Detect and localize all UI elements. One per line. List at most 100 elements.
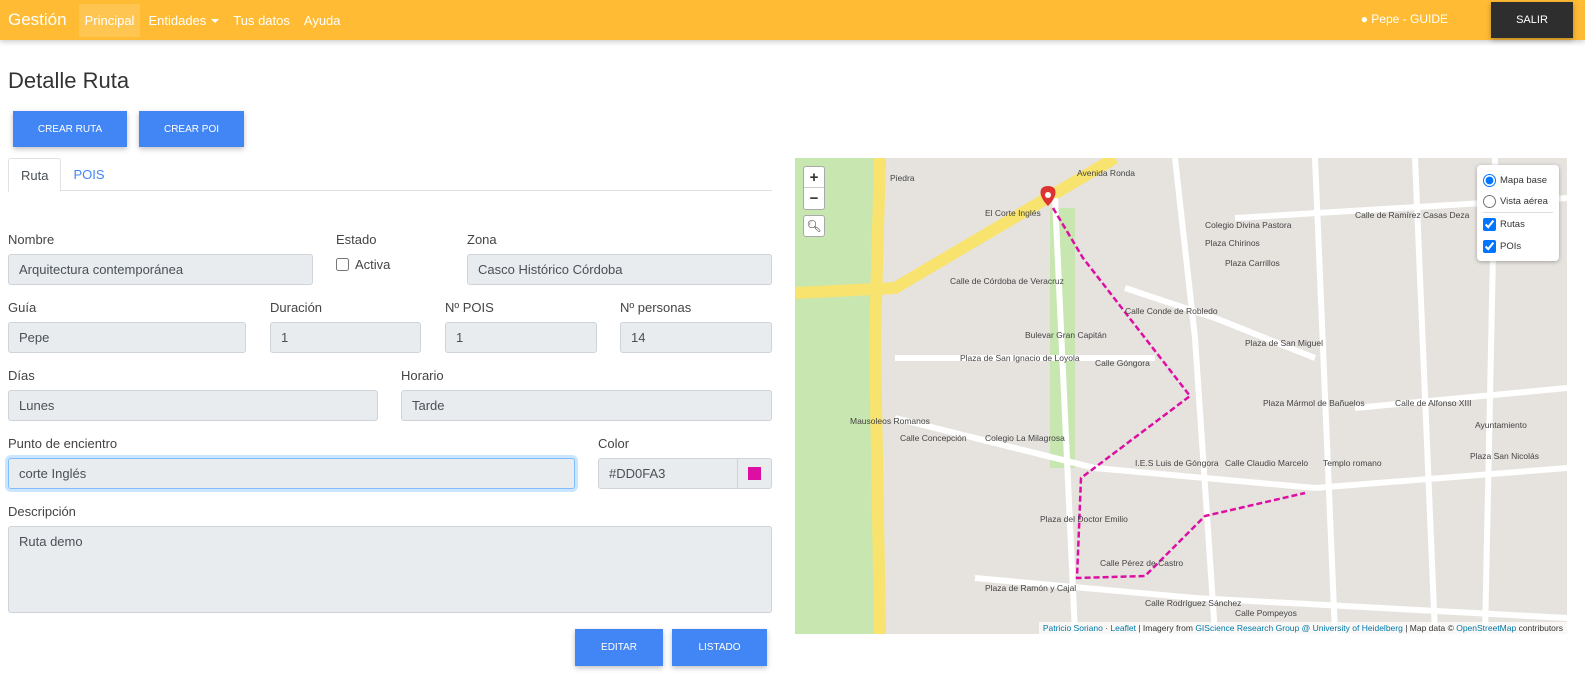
checkbox-rutas[interactable] — [1483, 217, 1496, 231]
create-poi-button[interactable]: CREAR POI — [139, 111, 244, 147]
duracion-field[interactable]: 1 — [270, 322, 421, 353]
zona-label: Zona — [467, 232, 497, 247]
map-street-label: Calle Claudio Marcelo — [1225, 458, 1309, 468]
zoom-in-button[interactable]: + — [804, 167, 824, 188]
map-street-label: Colegio La Milagrosa — [985, 433, 1065, 443]
logout-button[interactable]: SALIR — [1491, 2, 1573, 38]
attr-text: | Map data © — [1402, 623, 1457, 633]
radio-vista-aerea[interactable] — [1483, 195, 1496, 208]
page-title: Detalle Ruta — [8, 68, 130, 93]
map-street-label: Calle de Alfonso XIII — [1395, 398, 1472, 408]
map-street-label: Bulevar Gran Capitán — [1025, 330, 1107, 340]
nombre-field[interactable]: Arquitectura contemporánea — [8, 254, 313, 285]
zona-field[interactable]: Casco Histórico Córdoba — [467, 254, 772, 285]
zoom-out-button[interactable]: − — [804, 188, 824, 209]
map-street-label: Calle de Córdoba de Veracruz — [950, 276, 1064, 286]
map-street-label: El Corte Inglés — [985, 208, 1041, 218]
navbar: Gestión Principal Entidades Tus datos Ay… — [0, 0, 1585, 40]
duracion-label: Duración — [270, 300, 323, 315]
activa-checkbox-wrap: Activa — [336, 257, 390, 272]
npois-label: Nº POIS — [445, 300, 494, 315]
estado-label: Estado — [336, 232, 377, 247]
attr-link-leaflet[interactable]: Leaflet — [1110, 623, 1136, 633]
edit-button[interactable]: EDITAR — [575, 629, 663, 666]
attr-text: | Imagery from — [1135, 623, 1196, 633]
map-street-label: Colegio Divina Pastora — [1205, 220, 1292, 230]
attr-text: contributors — [1516, 623, 1563, 633]
tab-ruta[interactable]: Ruta — [8, 158, 62, 192]
horario-field[interactable]: Tarde — [401, 390, 772, 421]
map-street-label: I.E.S Luis de Góngora — [1135, 458, 1219, 468]
color-label: Color — [598, 436, 630, 451]
list-button[interactable]: LISTADO — [672, 629, 767, 666]
zoom-control: + − — [803, 166, 825, 210]
map-street-label: Plaza San Nicolás — [1470, 451, 1539, 461]
user-menu[interactable]: ● Pepe - GUIDE — [1361, 12, 1448, 26]
layers-control: Mapa base Vista aérea Rutas POIs — [1477, 165, 1559, 261]
map-street-label: Avenida Ronda — [1077, 168, 1135, 178]
map-street-label: Plaza Chirinos — [1205, 238, 1260, 248]
brand[interactable]: Gestión — [8, 10, 67, 30]
map-street-label: Mausoleos Romanos — [850, 416, 930, 426]
map-street-label: Plaza del Doctor Emilio — [1040, 514, 1128, 524]
user-icon: ● — [1360, 12, 1368, 26]
map-street-label: Calle Góngora — [1095, 358, 1150, 368]
road-major — [868, 158, 886, 634]
layer-label: Mapa base — [1500, 174, 1548, 186]
map-search-button[interactable]: 🔍︎ — [803, 215, 825, 237]
attr-link-author[interactable]: Patricio Soriano — [1043, 623, 1103, 633]
nav-entidades-label: Entidades — [148, 12, 207, 28]
attr-link-giscience[interactable]: GIScience Research Group @ University of… — [1195, 623, 1403, 633]
map[interactable]: Avenida Ronda El Corte Inglés Plaza Chirin… — [795, 158, 1567, 634]
search-icon: 🔍︎ — [806, 219, 822, 233]
map-street-label: Calle Pompeyos — [1235, 608, 1297, 618]
map-street-label: Plaza de Ramón y Cajal — [985, 583, 1077, 593]
color-swatch[interactable] — [737, 459, 771, 488]
guia-label: Guía — [8, 300, 37, 315]
radio-mapa-base[interactable] — [1483, 173, 1496, 187]
create-route-button[interactable]: CREAR RUTA — [13, 111, 127, 147]
attr-link-osm[interactable]: OpenStreetMap — [1456, 623, 1516, 633]
npois-field[interactable]: 1 — [445, 322, 597, 353]
map-street-label: Calle Concepción — [900, 433, 967, 443]
map-street-label: Piedra — [890, 173, 915, 183]
caret-down-icon — [211, 19, 220, 24]
npersonas-field[interactable]: 14 — [620, 322, 772, 353]
color-field[interactable]: #DD0FA3 — [598, 458, 772, 489]
descripcion-field[interactable]: Ruta demo — [8, 526, 772, 613]
tab-pois[interactable]: POIS — [61, 158, 116, 190]
map-street-label: Templo romano — [1323, 458, 1382, 468]
layer-label: POIs — [1500, 240, 1522, 252]
map-street-label: Calle de Ramírez Casas Deza — [1355, 210, 1470, 220]
activa-label: Activa — [355, 257, 391, 272]
nav-entidades[interactable]: Entidades — [142, 4, 225, 37]
color-swatch-fill — [748, 467, 761, 480]
map-street-label: Calle Conde de Robledo — [1125, 306, 1218, 316]
dias-label: Días — [8, 368, 35, 383]
nav-tus-datos[interactable]: Tus datos — [227, 4, 296, 37]
descripcion-label: Descripción — [8, 504, 76, 519]
map-street-label: Calle Pérez de Castro — [1100, 558, 1184, 568]
guia-field[interactable]: Pepe — [8, 322, 246, 353]
activa-checkbox[interactable] — [336, 258, 349, 271]
nav-principal[interactable]: Principal — [78, 3, 141, 37]
color-value: #DD0FA3 — [609, 466, 666, 481]
layer-label: Rutas — [1500, 218, 1525, 230]
horario-label: Horario — [401, 368, 444, 383]
map-street-label: Calle Rodríguez Sánchez — [1145, 598, 1242, 608]
map-street-label: Plaza de San Ignacio de Loyola — [960, 353, 1080, 363]
punto-encuentro-field[interactable]: corte Inglés — [8, 458, 575, 489]
map-attribution: Patricio Soriano · Leaflet | Imagery fro… — [1038, 622, 1567, 634]
nombre-label: Nombre — [8, 232, 55, 247]
layer-label: Vista aérea — [1500, 196, 1548, 207]
dias-field[interactable]: Lunes — [8, 390, 378, 421]
user-name: Pepe - GUIDE — [1371, 12, 1448, 26]
punto-label: Punto de encientro — [8, 436, 118, 451]
npersonas-label: Nº personas — [620, 300, 692, 315]
checkbox-pois[interactable] — [1483, 239, 1496, 253]
tabs: Ruta POIS — [8, 158, 772, 192]
map-street-label: Plaza Mármol de Bañuelos — [1263, 398, 1365, 408]
map-street-label: Plaza de San Miguel — [1245, 338, 1323, 348]
nav-ayuda[interactable]: Ayuda — [298, 4, 347, 37]
map-street-label: Ayuntamiento — [1475, 420, 1527, 430]
